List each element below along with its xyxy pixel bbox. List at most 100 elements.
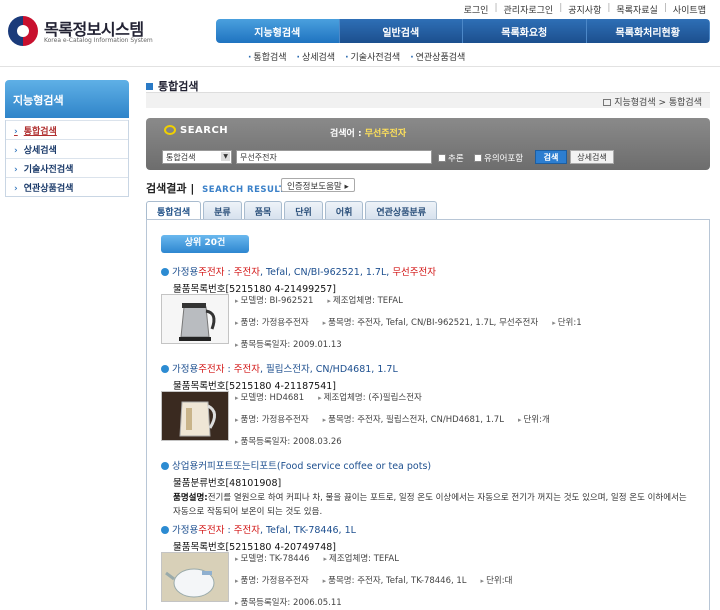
product-category: 품명: 가정용주전자 (235, 318, 309, 328)
registration-date: 품목등록일자: 2009.01.13 (235, 340, 342, 350)
title-part: : (224, 525, 234, 536)
classification-number: 물품분류번호[48101908] (173, 478, 282, 489)
result-title[interactable]: 상업용커피포트또는티포트(Food service coffee or tea … (161, 458, 701, 472)
result-title[interactable]: 가정용주전자 : 주전자, Tefal, CN/BI-962521, 1.7L,… (161, 264, 701, 278)
model-name: 모델명: HD4681 (235, 393, 304, 403)
model-name: 모델명: BI-962521 (235, 296, 313, 306)
product-thumbnail[interactable] (161, 391, 229, 441)
sub-nav-detail-search[interactable]: 상세검색 (297, 50, 335, 63)
separator: | (663, 3, 667, 13)
registration-date: 품목등록일자: 2008.03.26 (235, 437, 342, 447)
notice-link[interactable]: 공지사항 (568, 3, 601, 16)
item-meta-row: 품명: 가정용주전자 품목명: 주전자, 필립스전자, CN/HD4681, 1.… (235, 413, 564, 425)
title-part: , Tefal, CN/BI-962521, 1.7L, (259, 267, 393, 278)
home-icon[interactable] (603, 99, 612, 106)
title-highlight: 주전자 (233, 525, 260, 536)
sidebar-item-detail-search[interactable]: 상세검색 (6, 139, 128, 158)
checkbox-box[interactable] (438, 154, 446, 162)
title-part: 가정용 (172, 364, 199, 375)
catalog-resources-link[interactable]: 목록자료실 (616, 3, 657, 16)
bullet-icon (161, 268, 169, 276)
main-nav-intelligent-search[interactable]: 지능형검색 (216, 19, 340, 43)
synonym-checkbox-label: 유의어포함 (484, 154, 524, 164)
product-name: 품목명: 주전자, Tefal, TK-78446, 1L (323, 576, 467, 586)
infer-checkbox-label: 추론 (448, 154, 464, 164)
result-item: 상업용커피포트또는티포트(Food service coffee or tea … (161, 458, 701, 519)
sidebar-item-tech-dictionary[interactable]: 기술사전검색 (6, 158, 128, 177)
product-name: 품목명: 주전자, Tefal, CN/BI-962521, 1.7L, 무선주… (323, 318, 539, 328)
sub-nav-related-products[interactable]: 연관상품검색 (410, 50, 466, 63)
result-item: 가정용주전자 : 주전자, 필립스전자, CN/HD4681, 1.7L 물품목… (161, 361, 701, 447)
synonym-checkbox[interactable]: 유의어포함 (474, 152, 523, 164)
title-highlight: 주전자 (198, 364, 225, 375)
login-link[interactable]: 로그인 (464, 3, 489, 16)
title-part: 상업용커피포트또는티포트(Food service coffee or tea … (172, 461, 432, 472)
result-title[interactable]: 가정용주전자 : 주전자, 필립스전자, CN/HD4681, 1.7L (161, 361, 701, 375)
sub-nav-integrated-search[interactable]: 통합검색 (248, 50, 286, 63)
product-category: 품명: 가정용주전자 (235, 576, 309, 586)
kettle-image (162, 295, 228, 343)
kettle-image (162, 553, 228, 601)
registration-date: 품목등록일자: 2006.05.11 (235, 598, 342, 608)
cert-help-button[interactable]: 인증정보도움말 ▸ (281, 178, 355, 192)
maker-name: 제조업체명: (주)필립스전자 (318, 393, 422, 403)
sidebar-menu: 통합검색 상세검색 기술사전검색 연관상품검색 (5, 120, 129, 197)
sidebar-item-integrated-search[interactable]: 통합검색 (6, 120, 128, 139)
separator: | (494, 3, 498, 13)
results-heading-text: 검색결과 (146, 182, 187, 195)
title-highlight: 주전자 (233, 364, 260, 375)
tab-related-category[interactable]: 연관상품분류 (365, 201, 438, 219)
result-count-button[interactable]: 상위 20건 (161, 235, 249, 253)
main-nav-catalog-request[interactable]: 목록화요청 (463, 19, 587, 43)
product-unit: 단위:대 (481, 576, 513, 586)
title-highlight: 주전자 (198, 267, 225, 278)
sub-nav-tech-dictionary[interactable]: 기술사전검색 (345, 50, 401, 63)
catalog-number: 물품목록번호[5215180 4-20749748] (173, 542, 337, 553)
title-part: : (224, 267, 234, 278)
separator: | (559, 3, 563, 13)
breadcrumb-bar: 지능형검색 > 통합검색 (146, 92, 710, 108)
product-thumbnail[interactable] (161, 294, 229, 344)
title-part: 가정용 (172, 525, 199, 536)
title-bullet-icon (146, 83, 153, 90)
item-meta-row: 모델명: TK-78446 제조업체명: TEFAL (235, 552, 413, 564)
tab-item[interactable]: 품목 (243, 201, 283, 219)
bullet-icon (161, 365, 169, 373)
main-nav-general-search[interactable]: 일반검색 (339, 19, 463, 43)
tab-unit[interactable]: 단위 (284, 201, 323, 219)
sidebar-title: 지능형검색 (5, 80, 129, 118)
main-nav-catalog-status[interactable]: 목록화처리현황 (586, 19, 710, 43)
search-button[interactable]: 검색 (535, 150, 567, 164)
product-thumbnail[interactable] (161, 552, 229, 602)
title-part: , Tefal, TK-78446, 1L (259, 525, 356, 536)
item-meta-row: 모델명: HD4681 제조업체명: (주)필립스전자 (235, 391, 436, 403)
top-links: 로그인 | 관리자로그인 | 공지사항 | 목록자료실 | 사이트맵 (464, 3, 706, 16)
description-label: 품명설명: (173, 493, 208, 503)
result-title[interactable]: 가정용주전자 : 주전자, Tefal, TK-78446, 1L (161, 522, 701, 536)
tab-classification[interactable]: 분류 (203, 201, 242, 219)
bullet-icon (161, 462, 169, 470)
search-input[interactable]: 무선주전자 (236, 150, 432, 164)
detail-search-button[interactable]: 상세검색 (570, 150, 614, 164)
tab-integrated[interactable]: 통합검색 (146, 201, 202, 220)
search-scope-select[interactable]: 통합검색 (162, 150, 232, 164)
title-part: : (224, 364, 234, 375)
product-category: 품명: 가정용주전자 (235, 415, 309, 425)
admin-login-link[interactable]: 관리자로그인 (504, 3, 554, 16)
site-logo[interactable]: 목록정보시스템 Korea e-Catalog Information Syst… (8, 12, 168, 50)
title-part: 가정용 (172, 267, 199, 278)
infer-checkbox[interactable]: 추론 (438, 152, 464, 164)
main-nav: 지능형검색 일반검색 목록화요청 목록화처리현황 (216, 19, 710, 43)
logo-emblem-icon (8, 16, 38, 46)
item-meta-row: 품목등록일자: 2006.05.11 (235, 596, 356, 608)
checkbox-box[interactable] (474, 154, 482, 162)
breadcrumb-text: 지능형검색 > 통합검색 (614, 98, 702, 108)
search-term-label: 검색어 : (330, 129, 362, 139)
tab-vocabulary[interactable]: 어휘 (324, 201, 364, 219)
sitemap-link[interactable]: 사이트맵 (673, 3, 706, 16)
model-name: 모델명: TK-78446 (235, 554, 310, 564)
product-unit: 단위:1 (552, 318, 581, 328)
item-meta-row: 모델명: BI-962521 제조업체명: TEFAL (235, 294, 417, 306)
results-heading: 검색결과 | SEARCH RESULT (146, 182, 286, 195)
sidebar-item-related-products[interactable]: 연관상품검색 (6, 177, 128, 196)
